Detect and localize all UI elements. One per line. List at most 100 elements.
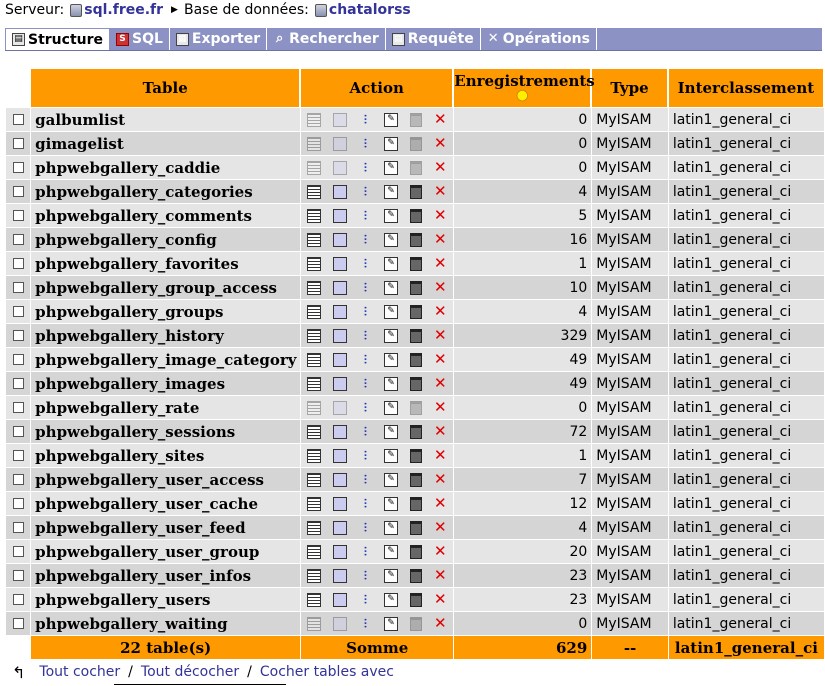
- properties-icon[interactable]: ✎: [384, 136, 398, 151]
- select-icon[interactable]: [332, 544, 347, 559]
- select-icon[interactable]: [332, 112, 347, 127]
- browse-icon[interactable]: [306, 496, 321, 511]
- properties-icon[interactable]: ✎: [384, 160, 398, 175]
- browse-icon[interactable]: [306, 400, 321, 415]
- select-icon[interactable]: [332, 520, 347, 535]
- browse-icon[interactable]: [306, 256, 321, 271]
- drop-icon[interactable]: ✕: [433, 352, 447, 367]
- insert-icon[interactable]: ⫶: [358, 497, 372, 511]
- empty-icon[interactable]: [409, 208, 422, 223]
- insert-icon[interactable]: ⫶: [358, 137, 372, 151]
- row-checkbox[interactable]: [12, 498, 24, 509]
- insert-icon[interactable]: ⫶: [358, 593, 372, 607]
- table-name[interactable]: phpwebgallery_user_group: [31, 540, 301, 563]
- table-name[interactable]: phpwebgallery_caddie: [31, 156, 301, 179]
- select-icon[interactable]: [332, 232, 347, 247]
- table-name[interactable]: phpwebgallery_image_category: [31, 348, 301, 371]
- row-checkbox[interactable]: [12, 450, 24, 461]
- select-icon[interactable]: [332, 352, 347, 367]
- tab-sql[interactable]: S SQL: [110, 28, 170, 50]
- insert-icon[interactable]: ⫶: [358, 329, 372, 343]
- drop-icon[interactable]: ✕: [433, 304, 447, 319]
- row-checkbox[interactable]: [12, 474, 24, 485]
- tab-search[interactable]: ⌕ Rechercher: [267, 28, 386, 50]
- empty-icon[interactable]: [409, 112, 422, 127]
- properties-icon[interactable]: ✎: [384, 376, 398, 391]
- table-name[interactable]: phpwebgallery_waiting: [31, 612, 301, 635]
- select-icon[interactable]: [332, 280, 347, 295]
- drop-icon[interactable]: ✕: [433, 616, 447, 631]
- empty-icon[interactable]: [409, 232, 422, 247]
- select-icon[interactable]: [332, 616, 347, 631]
- drop-icon[interactable]: ✕: [433, 520, 447, 535]
- browse-icon[interactable]: [306, 184, 321, 199]
- empty-icon[interactable]: [409, 304, 422, 319]
- drop-icon[interactable]: ✕: [433, 592, 447, 607]
- row-checkbox[interactable]: [12, 426, 24, 437]
- empty-icon[interactable]: [409, 328, 422, 343]
- empty-icon[interactable]: [409, 568, 422, 583]
- drop-icon[interactable]: ✕: [433, 136, 447, 151]
- drop-icon[interactable]: ✕: [433, 448, 447, 463]
- drop-icon[interactable]: ✕: [433, 568, 447, 583]
- drop-icon[interactable]: ✕: [433, 184, 447, 199]
- row-checkbox[interactable]: [12, 162, 24, 173]
- hint-bulb-icon[interactable]: ●: [454, 89, 590, 103]
- drop-icon[interactable]: ✕: [433, 376, 447, 391]
- drop-icon[interactable]: ✕: [433, 256, 447, 271]
- browse-icon[interactable]: [306, 112, 321, 127]
- empty-icon[interactable]: [409, 592, 422, 607]
- browse-icon[interactable]: [306, 160, 321, 175]
- table-name[interactable]: phpwebgallery_history: [31, 324, 301, 347]
- table-name[interactable]: phpwebgallery_sites: [31, 444, 301, 467]
- row-checkbox[interactable]: [12, 330, 24, 341]
- properties-icon[interactable]: ✎: [384, 424, 398, 439]
- table-name[interactable]: phpwebgallery_images: [31, 372, 301, 395]
- insert-icon[interactable]: ⫶: [358, 569, 372, 583]
- properties-icon[interactable]: ✎: [384, 520, 398, 535]
- drop-icon[interactable]: ✕: [433, 232, 447, 247]
- row-checkbox[interactable]: [12, 282, 24, 293]
- browse-icon[interactable]: [306, 448, 321, 463]
- insert-icon[interactable]: ⫶: [358, 257, 372, 271]
- insert-icon[interactable]: ⫶: [358, 473, 372, 487]
- insert-icon[interactable]: ⫶: [358, 545, 372, 559]
- table-name[interactable]: phpwebgallery_user_access: [31, 468, 301, 491]
- insert-icon[interactable]: ⫶: [358, 185, 372, 199]
- row-checkbox[interactable]: [12, 618, 24, 629]
- insert-icon[interactable]: ⫶: [358, 425, 372, 439]
- browse-icon[interactable]: [306, 472, 321, 487]
- row-checkbox[interactable]: [12, 402, 24, 413]
- uncheck-all-link[interactable]: Tout décocher: [141, 664, 239, 680]
- properties-icon[interactable]: ✎: [384, 208, 398, 223]
- drop-icon[interactable]: ✕: [433, 160, 447, 175]
- properties-icon[interactable]: ✎: [384, 616, 398, 631]
- properties-icon[interactable]: ✎: [384, 304, 398, 319]
- empty-icon[interactable]: [409, 616, 422, 631]
- browse-icon[interactable]: [306, 376, 321, 391]
- drop-icon[interactable]: ✕: [433, 400, 447, 415]
- empty-icon[interactable]: [409, 472, 422, 487]
- row-checkbox[interactable]: [12, 378, 24, 389]
- drop-icon[interactable]: ✕: [433, 328, 447, 343]
- row-checkbox[interactable]: [12, 354, 24, 365]
- browse-icon[interactable]: [306, 568, 321, 583]
- empty-icon[interactable]: [409, 400, 422, 415]
- tab-operations[interactable]: ✕ Opérations: [481, 28, 597, 50]
- browse-icon[interactable]: [306, 352, 321, 367]
- tab-structure[interactable]: ▤ Structure: [5, 28, 111, 50]
- select-icon[interactable]: [332, 208, 347, 223]
- properties-icon[interactable]: ✎: [384, 448, 398, 463]
- properties-icon[interactable]: ✎: [384, 232, 398, 247]
- insert-icon[interactable]: ⫶: [358, 521, 372, 535]
- empty-icon[interactable]: [409, 280, 422, 295]
- insert-icon[interactable]: ⫶: [358, 161, 372, 175]
- drop-icon[interactable]: ✕: [433, 544, 447, 559]
- header-table[interactable]: Table: [31, 69, 301, 107]
- select-icon[interactable]: [332, 256, 347, 271]
- row-checkbox[interactable]: [12, 210, 24, 221]
- table-name[interactable]: phpwebgallery_categories: [31, 180, 301, 203]
- row-checkbox[interactable]: [12, 546, 24, 557]
- browse-icon[interactable]: [306, 616, 321, 631]
- properties-icon[interactable]: ✎: [384, 496, 398, 511]
